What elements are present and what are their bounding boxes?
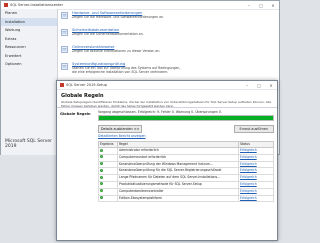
rules-table: Ergebnis Regel Status ✓ Administrator erf… [98, 141, 274, 203]
content-item: Systemkonfigurationsprüfung Starten Sie e… [61, 62, 181, 75]
status-link[interactable]: Erfolgreich [240, 155, 257, 159]
result-cell: ✓ [98, 160, 118, 169]
minimize-button[interactable]: – [243, 3, 255, 8]
sql-app-icon [4, 3, 8, 7]
setup-close-button[interactable]: ✕ [265, 83, 277, 88]
status-cell: Erfolgreich [238, 180, 274, 189]
content-item-text: Sicherheitsdokumentation Zeigen Sie die S… [72, 28, 181, 41]
status-cell: Erfolgreich [238, 147, 274, 155]
content-item-desc: Zeigen Sie aktuelle Informationen zu die… [72, 49, 161, 53]
hide-details-button[interactable]: Details ausblenden << [98, 124, 143, 133]
result-cell: ✓ [98, 180, 118, 189]
rerun-button[interactable]: Erneut ausführen [233, 124, 274, 133]
setup-app-icon [60, 83, 64, 87]
status-link[interactable]: Erfolgreich [240, 176, 257, 180]
setup-step-sidebar: Globale Regeln [57, 108, 96, 240]
setup-maximize-button[interactable]: □ [253, 83, 265, 88]
button-row: Details ausblenden << Erneut ausführen [98, 124, 274, 133]
sidebar-item[interactable]: Planen [1, 9, 57, 18]
result-cell: ✓ [98, 187, 118, 196]
document-icon [61, 63, 68, 70]
setup-header: Globale Regeln Globale Setupregeln ident… [57, 90, 277, 108]
content-item-text: Onlineversionshinweise Zeigen Sie aktuell… [72, 45, 181, 58]
content-item-text: Systemkonfigurationsprüfung Starten Sie e… [72, 62, 181, 75]
window-title: SQL Server-Installationscenter [10, 3, 64, 7]
check-icon: ✓ [100, 189, 103, 193]
status-cell: Erfolgreich [238, 153, 274, 162]
content-item: Onlineversionshinweise Zeigen Sie aktuell… [61, 45, 181, 58]
sidebar-item[interactable]: Erweitert [1, 52, 57, 61]
rule-cell: Administrator erforderlich [117, 147, 239, 155]
rule-cell: Produktaktualisierungsmethode für SQL Se… [117, 180, 239, 189]
installation-center-sidebar: Planen Installation Wartung Extras Ressource… [1, 9, 58, 155]
check-icon: ✓ [100, 196, 103, 200]
installation-center-content: Hardware- und Softwareanforderungen Zeige… [61, 11, 181, 79]
page-title: Globale Regeln [61, 93, 104, 99]
status-cell: Erfolgreich [238, 174, 274, 182]
result-cell: ✓ [98, 167, 118, 176]
table-row: ✓ Computerneustart erforderlich Erfolgreic… [98, 153, 274, 162]
check-icon: ✓ [100, 155, 103, 159]
close-button[interactable]: ✕ [267, 3, 279, 8]
result-cell: ✓ [98, 147, 118, 155]
step-global-rules[interactable]: Globale Regeln [60, 112, 91, 116]
view-report-link[interactable]: Detaillierten Bericht anzeigen [98, 133, 274, 140]
rule-cell: Lange Pfadnamen für Dateien auf dem SQL … [117, 174, 239, 182]
table-row: ✓ Lange Pfadnamen für Dateien auf dem SQL… [98, 174, 274, 182]
content-item-desc: Zeigen Sie die Sicherheitsdokumentation … [72, 32, 144, 36]
sidebar-item[interactable]: Ressourcen [1, 43, 57, 52]
status-link[interactable]: Erfolgreich [240, 189, 257, 193]
setup-titlebar: SQL Server 2019-Setup – □ ✕ [57, 81, 277, 90]
check-icon: ✓ [100, 162, 103, 166]
sql-server-brand: Microsoft SQL Server 2019 [5, 139, 53, 149]
result-cell: ✓ [98, 153, 118, 162]
status-link[interactable]: Erfolgreich [240, 182, 257, 186]
sidebar-item[interactable]: Installation [1, 17, 57, 26]
status-cell: Erfolgreich [238, 167, 274, 176]
rule-cell: Konsistenzüberprüfung für die SQL Server… [117, 167, 239, 176]
check-icon: ✓ [100, 148, 103, 152]
maximize-button[interactable]: □ [255, 3, 267, 8]
status-link[interactable]: Erfolgreich [240, 196, 257, 200]
sidebar-item[interactable]: Extras [1, 35, 57, 44]
sidebar-item[interactable]: Optionen [1, 60, 57, 69]
rule-cell: Edition-Ekosystemplattform [117, 194, 239, 203]
table-row: ✓ Konsistenzüberprüfung für die SQL Serve… [98, 167, 274, 176]
status-link[interactable]: Erfolgreich [240, 148, 257, 152]
check-icon: ✓ [100, 182, 103, 186]
progress-bar [98, 115, 274, 121]
content-item-text: Hardware- und Softwareanforderungen Zeige… [72, 11, 181, 24]
table-row: ✓ Computerdomänencontroller Erfolgreich [98, 187, 274, 196]
status-link[interactable]: Erfolgreich [240, 169, 257, 173]
status-cell: Erfolgreich [238, 194, 274, 203]
result-cell: ✓ [98, 174, 118, 182]
content-item: Sicherheitsdokumentation Zeigen Sie die S… [61, 28, 181, 41]
setup-window-title: SQL Server 2019-Setup [66, 83, 107, 87]
content-item-desc: Zeigen Sie die Hardware- und Softwareanf… [72, 15, 165, 19]
rule-cell: Computerdomänencontroller [117, 187, 239, 196]
table-row: ✓ Edition-Ekosystemplattform Erfolgreich [98, 194, 274, 203]
rule-cell: Computerneustart erforderlich [117, 153, 239, 162]
document-icon [61, 12, 68, 19]
check-icon: ✓ [100, 168, 103, 172]
setup-window: SQL Server 2019-Setup – □ ✕ Globale Rege… [56, 80, 278, 241]
table-row: ✓ Konsistenzüberprüfung der Windows Manag… [98, 160, 274, 169]
progress-fill [99, 116, 273, 120]
table-row: ✓ Produktaktualisierungsmethode für SQL S… [98, 180, 274, 189]
table-row: ✓ Administrator erforderlich Erfolgreich [98, 147, 274, 155]
document-icon [61, 29, 68, 36]
check-icon: ✓ [100, 175, 103, 179]
setup-minimize-button[interactable]: – [241, 83, 253, 88]
result-cell: ✓ [98, 194, 118, 203]
sidebar-item[interactable]: Wartung [1, 26, 57, 35]
rule-cell: Konsistenzüberprüfung der Windows Manage… [117, 160, 239, 169]
status-cell: Erfolgreich [238, 160, 274, 169]
document-icon [61, 46, 68, 53]
setup-body: Globale Regeln Vorgang abgeschlossen. Er… [57, 108, 277, 240]
status-cell: Erfolgreich [238, 187, 274, 196]
content-item: Hardware- und Softwareanforderungen Zeige… [61, 11, 181, 24]
setup-main: Vorgang abgeschlossen. Erfolgreich: 9. F… [96, 108, 277, 240]
status-link[interactable]: Erfolgreich [240, 162, 257, 166]
content-item-desc: Starten Sie ein Tool zur Überprüfung des… [72, 66, 181, 74]
